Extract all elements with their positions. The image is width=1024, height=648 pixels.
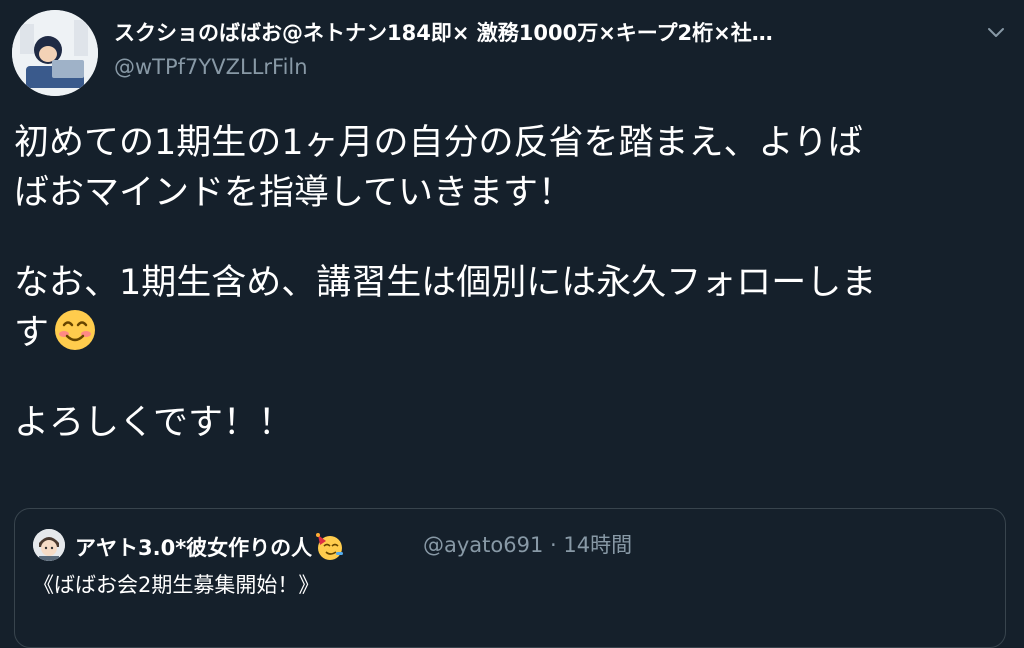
tweet-line: 初めての1期生の1ヶ月の自分の反省を踏まえ、よりば bbox=[14, 123, 863, 163]
party-face-icon bbox=[316, 533, 344, 560]
author-handle[interactable]: @wTPf7YVZLLrFiln bbox=[114, 54, 308, 80]
author-avatar[interactable] bbox=[12, 10, 98, 96]
tweet-line: す bbox=[14, 313, 50, 353]
avatar-icon bbox=[33, 529, 65, 561]
tweet-text: 初めての1期生の1ヶ月の自分の反省を踏まえ、よりば ばおマインドを指導していきま… bbox=[14, 118, 1014, 448]
quoted-handle[interactable]: @ayato691 bbox=[423, 533, 543, 557]
meta-separator: · bbox=[550, 533, 557, 557]
tweet-line: ばおマインドを指導していきます！ bbox=[14, 173, 573, 213]
quoted-display-name-text: アヤト3.0*彼女作りの人 bbox=[75, 536, 313, 560]
tweet-line: なお、1期生含め、講習生は個別には永久フォローしま bbox=[14, 263, 877, 303]
avatar-icon bbox=[12, 10, 98, 96]
quoted-text: 《ばばお会2期生募集開始！》 bbox=[33, 573, 320, 597]
quoted-meta: @ayato691 · 14時間 bbox=[423, 531, 632, 559]
tweet-line: よろしくです！！ bbox=[14, 403, 293, 443]
tweet-line-with-emoji: す bbox=[14, 308, 1014, 358]
author-display-name[interactable]: スクショのばばお@ネトナン184即× 激務1000万×キープ2桁×社… bbox=[114, 20, 954, 46]
quoted-timestamp[interactable]: 14時間 bbox=[563, 533, 632, 557]
quoted-display-name[interactable]: アヤト3.0*彼女作りの人 bbox=[75, 531, 344, 562]
chevron-down-icon[interactable] bbox=[984, 20, 1008, 44]
quoted-tweet[interactable]: アヤト3.0*彼女作りの人 @ayato691 · 14時間 《ばばお会2期生募… bbox=[14, 508, 1006, 648]
smiling-face-icon bbox=[55, 310, 96, 350]
quoted-avatar[interactable] bbox=[33, 529, 65, 561]
